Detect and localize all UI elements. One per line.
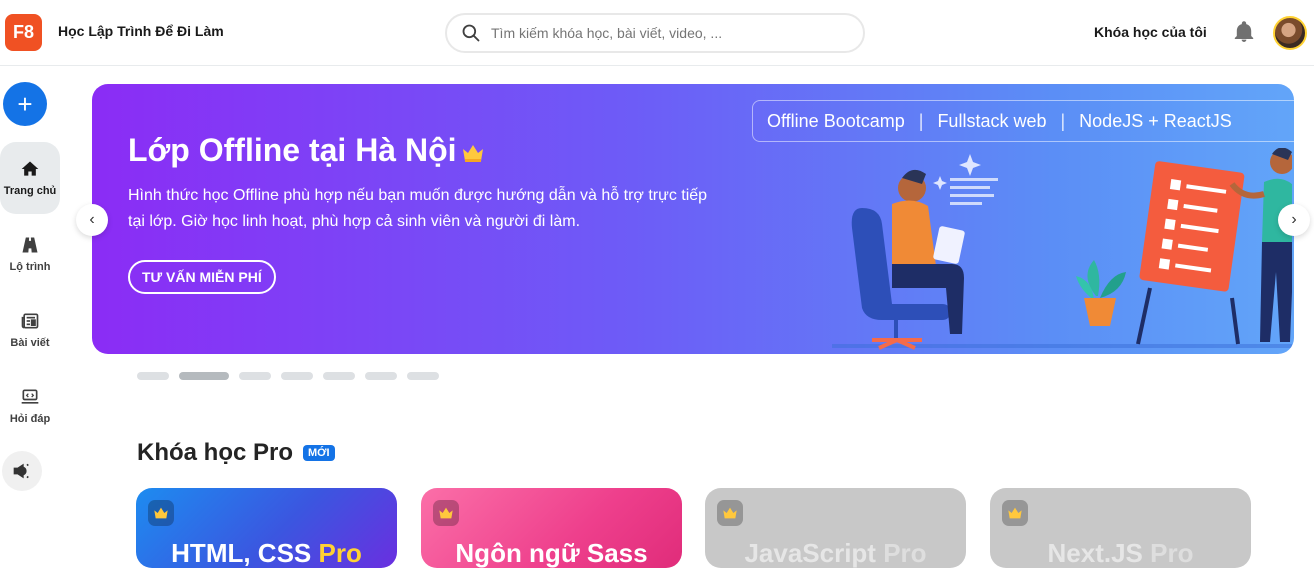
carousel-dot-active[interactable] <box>179 372 229 380</box>
left-sidebar: + Trang chủ Lộ trình Bài viết Hỏi đáp <box>0 66 66 553</box>
course-card[interactable]: HTML, CSS Pro <box>136 488 397 568</box>
search-icon <box>462 24 480 42</box>
tag-separator: | <box>918 110 924 131</box>
course-card[interactable]: Next.JS Pro <box>990 488 1251 568</box>
course-name: Next.JS <box>1047 538 1143 568</box>
megaphone-icon <box>13 463 29 479</box>
brand-title[interactable]: Học Lập Trình Để Đi Làm <box>58 23 224 39</box>
banner-tags: Offline Bootcamp | Fullstack web | NodeJ… <box>752 100 1294 142</box>
crown-icon <box>148 500 174 526</box>
classroom-illustration <box>832 148 1292 350</box>
carousel-dot[interactable] <box>323 372 355 380</box>
sidebar-item-label: Trang chủ <box>3 185 57 197</box>
sidebar-item-home[interactable]: Trang chủ <box>0 142 60 214</box>
crown-icon <box>1002 500 1028 526</box>
sidebar-item-label: Hỏi đáp <box>9 413 51 425</box>
course-card[interactable]: JavaScript Pro <box>705 488 966 568</box>
section-title-text: Khóa học Pro <box>137 439 294 466</box>
laptop-code-icon <box>21 389 39 404</box>
course-card-title: Next.JS Pro <box>990 538 1251 568</box>
banner-title: Lớp Offline tại Hà Nội <box>128 132 485 171</box>
banner-title-text: Lớp Offline tại Hà Nội <box>128 132 457 168</box>
banner-description: Hình thức học Offline phù hợp nếu bạn mu… <box>128 187 708 230</box>
tag-item: Fullstack web <box>937 110 1047 131</box>
create-button[interactable]: + <box>3 82 47 126</box>
course-card-title: JavaScript Pro <box>705 538 966 568</box>
free-consult-button[interactable]: TƯ VẤN MIỄN PHÍ <box>128 260 276 294</box>
carousel-dot[interactable] <box>365 372 397 380</box>
my-courses-link[interactable]: Khóa học của tôi <box>1094 24 1207 40</box>
promo-banner[interactable]: Lớp Offline tại Hà Nội Hình thức học Off… <box>92 84 1294 354</box>
carousel-dot[interactable] <box>407 372 439 380</box>
pro-label: Pro <box>883 538 927 568</box>
sidebar-item-roadmap[interactable]: Lộ trình <box>0 218 60 290</box>
pro-section-title: Khóa học Pro MỚI <box>137 439 335 467</box>
pro-label: Pro <box>318 538 362 568</box>
user-avatar[interactable] <box>1273 16 1307 50</box>
carousel-prev-button[interactable]: ‹ <box>76 204 108 236</box>
sidebar-item-label: Lộ trình <box>9 261 51 273</box>
search-input[interactable] <box>491 25 831 41</box>
top-header: F8 Học Lập Trình Để Đi Làm Khóa học của … <box>0 0 1314 66</box>
home-icon <box>21 161 39 176</box>
search-bar[interactable] <box>445 13 865 53</box>
f8-logo[interactable]: F8 <box>5 14 42 51</box>
course-name: Ngôn ngữ Sass <box>455 538 648 568</box>
carousel-dots <box>137 372 439 380</box>
course-card[interactable]: Ngôn ngữ Sass <box>421 488 682 568</box>
course-name: JavaScript <box>744 538 876 568</box>
sidebar-item-articles[interactable]: Bài viết <box>0 294 60 366</box>
crown-icon <box>717 500 743 526</box>
course-card-title: HTML, CSS Pro <box>136 538 397 568</box>
carousel-next-button[interactable]: › <box>1278 204 1310 236</box>
new-badge: MỚI <box>303 445 335 461</box>
tag-item: Offline Bootcamp <box>767 110 905 131</box>
crown-icon <box>433 500 459 526</box>
newspaper-icon <box>21 313 39 329</box>
tag-item: NodeJS + ReactJS <box>1079 110 1232 131</box>
crown-icon <box>461 134 485 171</box>
pro-label: Pro <box>1150 538 1194 568</box>
carousel-dot[interactable] <box>281 372 313 380</box>
course-name: HTML, CSS <box>171 538 312 568</box>
tag-separator: | <box>1060 110 1066 131</box>
bell-icon[interactable] <box>1232 20 1256 44</box>
carousel-dot[interactable] <box>137 372 169 380</box>
carousel-dot[interactable] <box>239 372 271 380</box>
sidebar-item-qa[interactable]: Hỏi đáp <box>0 370 60 442</box>
announcement-button[interactable] <box>2 451 42 491</box>
course-card-title: Ngôn ngữ Sass <box>421 538 682 568</box>
sidebar-item-label: Bài viết <box>10 337 50 349</box>
road-icon <box>22 237 38 253</box>
